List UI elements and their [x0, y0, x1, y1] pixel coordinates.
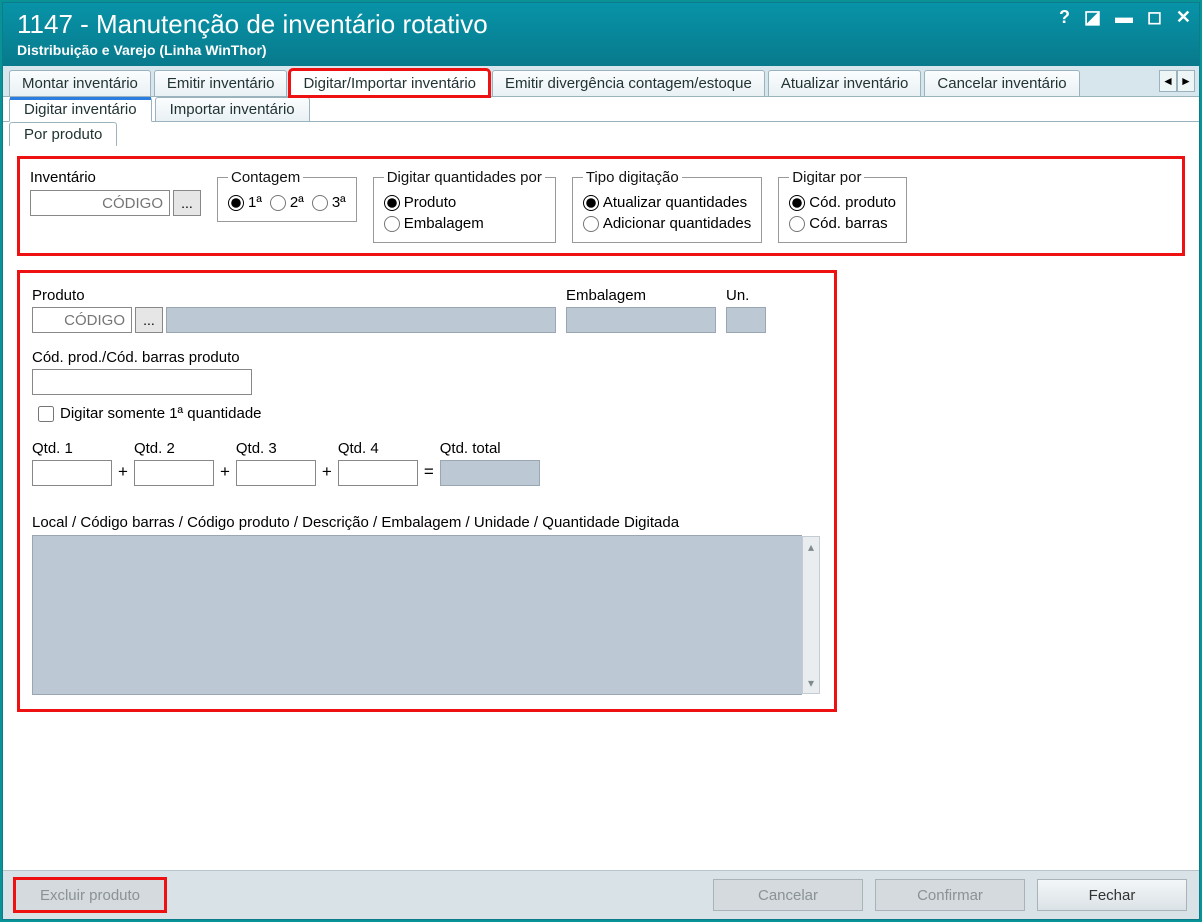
- digitar-por-cod-produto[interactable]: Cód. produto: [789, 194, 896, 211]
- equals-icon: =: [424, 462, 434, 486]
- cancelar-button[interactable]: Cancelar: [713, 879, 863, 911]
- tab-digitar-inventario[interactable]: Digitar inventário: [9, 97, 152, 122]
- window-title: 1147 - Manutenção de inventário rotativo: [17, 9, 1185, 40]
- list-header-label: Local / Código barras / Código produto /…: [32, 514, 822, 531]
- produto-lookup-button[interactable]: ...: [135, 307, 163, 333]
- tipo-digitacao-group: Tipo digitação Atualizar quantidades Adi…: [572, 169, 762, 243]
- qtd-por-embalagem[interactable]: Embalagem: [384, 215, 545, 232]
- produto-field: Produto ...: [32, 287, 556, 333]
- contagem-1[interactable]: 1ª: [228, 194, 262, 211]
- help-icon[interactable]: ?: [1059, 7, 1070, 28]
- qtd3-label: Qtd. 3: [236, 440, 316, 457]
- maximize-icon[interactable]: ◻: [1147, 7, 1162, 28]
- tab-digitar-importar[interactable]: Digitar/Importar inventário: [290, 70, 489, 96]
- embalagem-input[interactable]: [566, 307, 716, 333]
- inventario-block: Inventário ...: [30, 169, 201, 216]
- contagem-legend: Contagem: [228, 169, 303, 186]
- qtd2-label: Qtd. 2: [134, 440, 214, 457]
- un-label: Un.: [726, 287, 766, 304]
- list-scrollbar[interactable]: ▴ ▾: [802, 536, 820, 694]
- tab-emitir[interactable]: Emitir inventário: [154, 70, 288, 96]
- inventario-label: Inventário: [30, 169, 201, 186]
- digitar-qtd-por-group: Digitar quantidades por Produto Embalage…: [373, 169, 556, 243]
- qtd-total-input[interactable]: [440, 460, 540, 486]
- scroll-down-icon[interactable]: ▾: [808, 676, 814, 690]
- edit-icon[interactable]: ◪: [1084, 7, 1101, 28]
- footer-bar: Excluir produto Cancelar Confirmar Fecha…: [3, 870, 1199, 919]
- window-controls: ? ◪ ▬ ◻ ✕: [1059, 7, 1191, 28]
- tab-importar-inventario[interactable]: Importar inventário: [155, 97, 310, 121]
- qtd-por-produto[interactable]: Produto: [384, 194, 545, 211]
- qtd2-input[interactable]: [134, 460, 214, 486]
- tab-cancelar[interactable]: Cancelar inventário: [924, 70, 1079, 96]
- cod-prod-barras-field: Cód. prod./Cód. barras produto: [32, 349, 822, 395]
- content-area: Inventário ... Contagem 1ª 2ª 3ª Digi: [3, 146, 1199, 870]
- main-tabs: Montar inventário Emitir inventário Digi…: [3, 66, 1199, 97]
- tipo-digitacao-legend: Tipo digitação: [583, 169, 682, 186]
- chk-primeira-qtd-row: Digitar somente 1ª quantidade: [38, 405, 822, 422]
- sub-tabs-2: Por produto: [3, 122, 1199, 146]
- inventario-input[interactable]: [30, 190, 170, 216]
- produto-label: Produto: [32, 287, 556, 304]
- qtd1-input[interactable]: [32, 460, 112, 486]
- contagem-3[interactable]: 3ª: [312, 194, 346, 211]
- minimize-icon[interactable]: ▬: [1115, 7, 1133, 28]
- embalagem-label: Embalagem: [566, 287, 716, 304]
- tab-montar[interactable]: Montar inventário: [9, 70, 151, 96]
- qty-row: Qtd. 1 + Qtd. 2 + Qtd. 3 + Qtd. 4 = Qtd.…: [32, 440, 822, 486]
- fechar-button[interactable]: Fechar: [1037, 879, 1187, 911]
- titlebar: 1147 - Manutenção de inventário rotativo…: [3, 3, 1199, 66]
- tipo-atualizar[interactable]: Atualizar quantidades: [583, 194, 751, 211]
- window-subtitle: Distribuição e Varejo (Linha WinThor): [17, 42, 1185, 58]
- chk-primeira-qtd[interactable]: [38, 406, 54, 422]
- app-window: 1147 - Manutenção de inventário rotativo…: [2, 2, 1200, 920]
- tab-divergencia[interactable]: Emitir divergência contagem/estoque: [492, 70, 765, 96]
- confirmar-button[interactable]: Confirmar: [875, 879, 1025, 911]
- plus-icon: +: [118, 462, 128, 486]
- tab-scroll: ◄ ►: [1159, 70, 1195, 92]
- contagem-2[interactable]: 2ª: [270, 194, 304, 211]
- tab-por-produto[interactable]: Por produto: [9, 122, 117, 147]
- inventario-lookup-button[interactable]: ...: [173, 190, 201, 216]
- digitar-por-cod-barras[interactable]: Cód. barras: [789, 215, 896, 232]
- list-area[interactable]: ▴ ▾: [32, 535, 802, 695]
- digitar-por-legend: Digitar por: [789, 169, 864, 186]
- qtd4-input[interactable]: [338, 460, 418, 486]
- tipo-adicionar[interactable]: Adicionar quantidades: [583, 215, 751, 232]
- qtd1-label: Qtd. 1: [32, 440, 112, 457]
- entry-panel: Produto ... Embalagem Un. Cód.: [17, 270, 837, 712]
- qtd-total-label: Qtd. total: [440, 440, 540, 457]
- tab-scroll-left-icon[interactable]: ◄: [1159, 70, 1177, 92]
- tab-scroll-right-icon[interactable]: ►: [1177, 70, 1195, 92]
- embalagem-field: Embalagem: [566, 287, 716, 333]
- cod-prod-barras-input[interactable]: [32, 369, 252, 395]
- excluir-produto-button[interactable]: Excluir produto: [15, 879, 165, 911]
- qtd4-label: Qtd. 4: [338, 440, 418, 457]
- contagem-group: Contagem 1ª 2ª 3ª: [217, 169, 357, 222]
- produto-code-input[interactable]: [32, 307, 132, 333]
- scroll-up-icon[interactable]: ▴: [808, 540, 814, 554]
- cod-prod-barras-label: Cód. prod./Cód. barras produto: [32, 349, 822, 366]
- un-input[interactable]: [726, 307, 766, 333]
- qtd3-input[interactable]: [236, 460, 316, 486]
- produto-desc-input[interactable]: [166, 307, 556, 333]
- sub-tabs-1: Digitar inventário Importar inventário: [3, 97, 1199, 122]
- tab-atualizar[interactable]: Atualizar inventário: [768, 70, 922, 96]
- close-icon[interactable]: ✕: [1176, 7, 1191, 28]
- un-field: Un.: [726, 287, 766, 333]
- chk-primeira-qtd-label: Digitar somente 1ª quantidade: [60, 405, 262, 422]
- plus-icon: +: [220, 462, 230, 486]
- filter-panel: Inventário ... Contagem 1ª 2ª 3ª Digi: [17, 156, 1185, 256]
- plus-icon: +: [322, 462, 332, 486]
- digitar-qtd-por-legend: Digitar quantidades por: [384, 169, 545, 186]
- digitar-por-group: Digitar por Cód. produto Cód. barras: [778, 169, 907, 243]
